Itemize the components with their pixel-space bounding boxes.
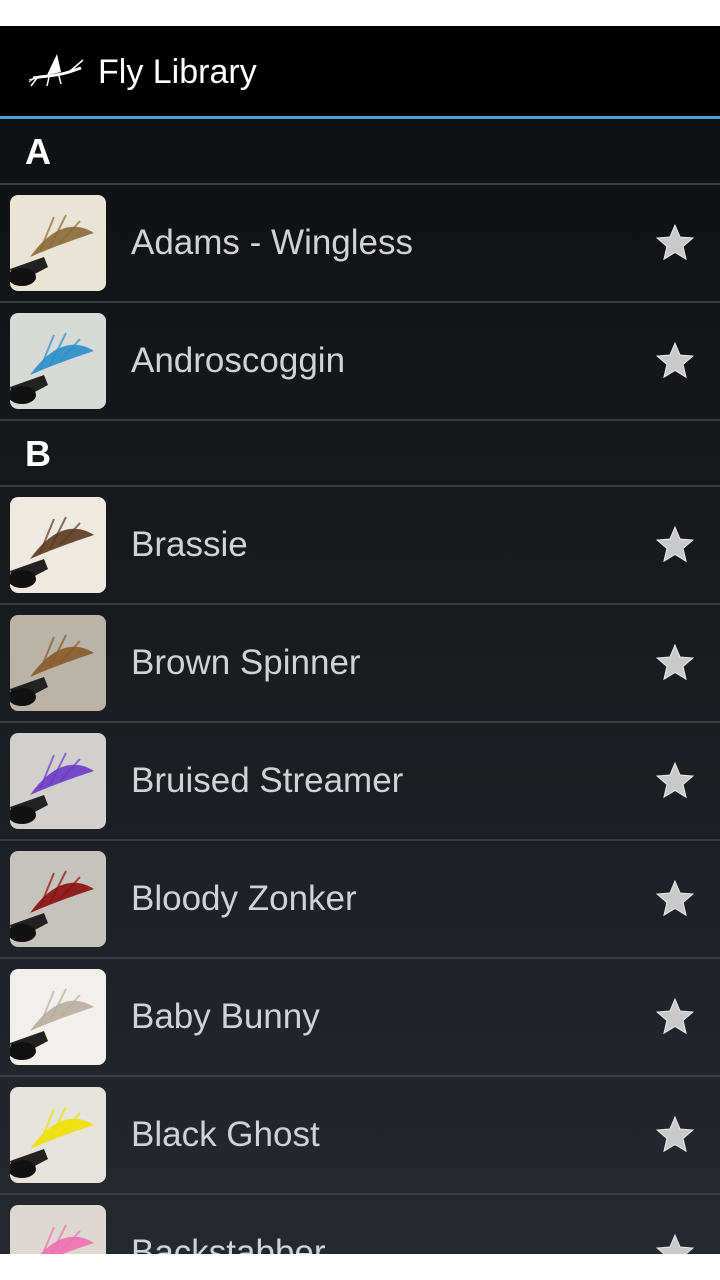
- star-icon[interactable]: [654, 222, 696, 264]
- fly-list[interactable]: A Adams - Wingless Androscoggin B Brassie Bro…: [0, 119, 720, 1254]
- fly-name: Bruised Streamer: [131, 761, 404, 800]
- star-icon[interactable]: [654, 878, 696, 920]
- fly-thumbnail: [10, 1205, 106, 1254]
- star-icon[interactable]: [654, 760, 696, 802]
- fly-name: Androscoggin: [131, 341, 346, 380]
- list-item[interactable]: Backstabber: [0, 1195, 720, 1254]
- fly-thumbnail: [10, 969, 106, 1065]
- fly-thumbnail: [10, 195, 106, 291]
- app-screen: Fly Library A Adams - Wingless Androscoggi…: [0, 26, 720, 1254]
- fly-thumbnail: [10, 1087, 106, 1183]
- list-item[interactable]: Bloody Zonker: [0, 841, 720, 959]
- list-item[interactable]: Baby Bunny: [0, 959, 720, 1077]
- fly-name: Bloody Zonker: [131, 879, 357, 918]
- fly-name: Brassie: [131, 525, 248, 564]
- fly-thumbnail: [10, 313, 106, 409]
- fly-thumbnail: [10, 733, 106, 829]
- star-icon[interactable]: [654, 524, 696, 566]
- star-icon[interactable]: [654, 642, 696, 684]
- list-item[interactable]: Androscoggin: [0, 303, 720, 421]
- fly-thumbnail: [10, 497, 106, 593]
- fly-name: Baby Bunny: [131, 997, 320, 1036]
- fly-thumbnail: [10, 851, 106, 947]
- list-item[interactable]: Adams - Wingless: [0, 185, 720, 303]
- star-icon[interactable]: [654, 1232, 696, 1254]
- section-header-a: A: [0, 119, 720, 185]
- fly-name: Adams - Wingless: [131, 223, 414, 262]
- section-letter: B: [25, 433, 51, 474]
- action-bar: Fly Library: [0, 26, 720, 119]
- fly-thumbnail: [10, 615, 106, 711]
- list-item[interactable]: Black Ghost: [0, 1077, 720, 1195]
- fly-name: Backstabber: [131, 1233, 326, 1254]
- fly-name: Black Ghost: [131, 1115, 320, 1154]
- fly-name: Brown Spinner: [131, 643, 361, 682]
- star-icon[interactable]: [654, 340, 696, 382]
- star-icon[interactable]: [654, 996, 696, 1038]
- section-letter: A: [25, 131, 51, 172]
- star-icon[interactable]: [654, 1114, 696, 1156]
- list-item[interactable]: Brassie: [0, 487, 720, 605]
- list-item[interactable]: Bruised Streamer: [0, 723, 720, 841]
- section-header-b: B: [0, 421, 720, 487]
- mayfly-icon[interactable]: [27, 42, 87, 102]
- list-item[interactable]: Brown Spinner: [0, 605, 720, 723]
- app-title: Fly Library: [98, 53, 257, 91]
